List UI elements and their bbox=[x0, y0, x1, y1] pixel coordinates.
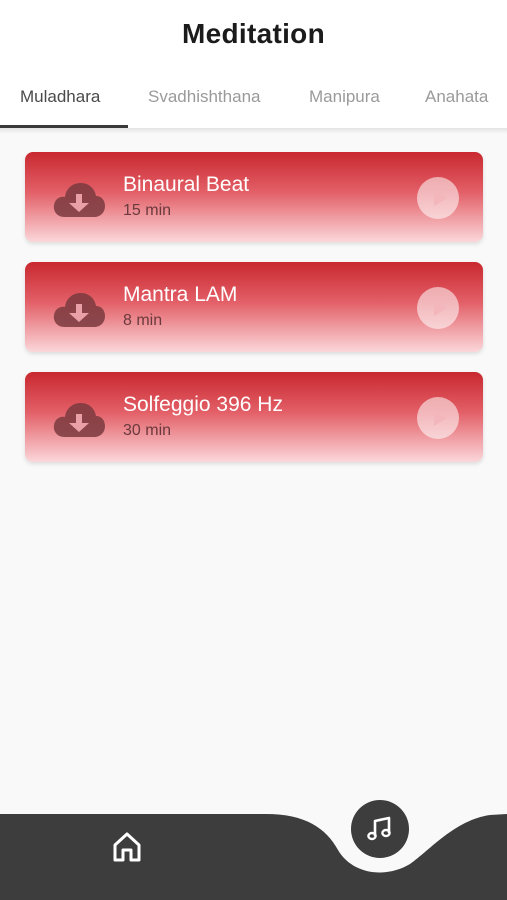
track-card[interactable]: Binaural Beat 15 min bbox=[25, 152, 483, 242]
play-button[interactable] bbox=[417, 177, 459, 219]
page-title: Meditation bbox=[182, 18, 325, 49]
play-button[interactable] bbox=[417, 397, 459, 439]
play-icon bbox=[434, 410, 447, 426]
music-note-icon bbox=[367, 816, 391, 841]
track-title: Solfeggio 396 Hz bbox=[123, 393, 283, 416]
track-duration: 8 min bbox=[123, 312, 163, 329]
track-duration: 30 min bbox=[123, 422, 172, 439]
tab-svadhishthana[interactable]: Svadhishthana bbox=[148, 80, 260, 128]
tab-anahata[interactable]: Anahata bbox=[425, 80, 488, 128]
header-divider bbox=[0, 128, 507, 134]
track-title: Binaural Beat bbox=[123, 173, 250, 196]
play-icon bbox=[434, 300, 447, 316]
chakra-tab-bar: Muladhara Svadhishthana Manipura Anahata bbox=[0, 80, 507, 128]
cloud-download-icon[interactable] bbox=[53, 292, 105, 328]
bottom-navigation-bar bbox=[0, 814, 507, 900]
home-button[interactable] bbox=[110, 830, 144, 864]
track-duration: 15 min bbox=[123, 202, 172, 219]
music-player-button[interactable] bbox=[351, 800, 409, 858]
play-button[interactable] bbox=[417, 287, 459, 329]
track-list: Binaural Beat 15 min Mantra LAM 8 min So… bbox=[25, 152, 483, 482]
app-header: Meditation Muladhara Svadhishthana Manip… bbox=[0, 0, 507, 128]
tab-manipura[interactable]: Manipura bbox=[309, 80, 380, 128]
tab-muladhara[interactable]: Muladhara bbox=[20, 80, 100, 128]
track-card[interactable]: Mantra LAM 8 min bbox=[25, 262, 483, 352]
play-icon bbox=[434, 190, 447, 206]
cloud-download-icon[interactable] bbox=[53, 402, 105, 438]
track-title: Mantra LAM bbox=[123, 283, 238, 306]
track-card[interactable]: Solfeggio 396 Hz 30 min bbox=[25, 372, 483, 462]
cloud-download-icon[interactable] bbox=[53, 182, 105, 218]
home-icon bbox=[113, 832, 141, 862]
